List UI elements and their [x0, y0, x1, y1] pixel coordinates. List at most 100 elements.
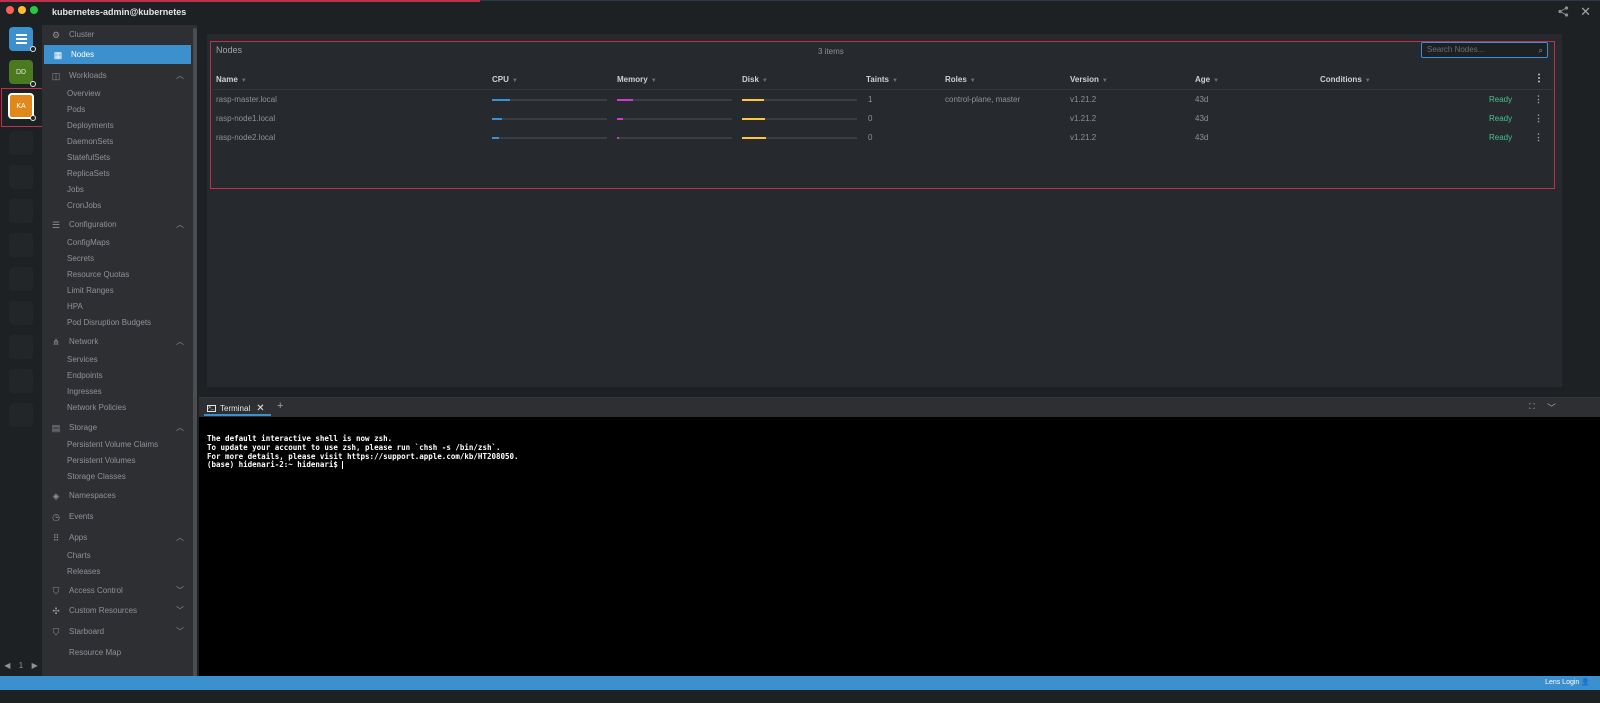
close-tab-icon[interactable]: ✕	[256, 403, 264, 414]
cpu-usage-bar	[492, 137, 607, 139]
sidebar-item-access-control[interactable]: ⛉ Access Control ﹀	[42, 581, 192, 600]
hotbar-empty-slot[interactable]	[9, 301, 33, 325]
hotbar-dd-item[interactable]: DD	[9, 60, 33, 84]
hotbar-empty-slot[interactable]	[9, 267, 33, 291]
sidebar-subitem-pods[interactable]: Pods	[67, 103, 85, 117]
hotbar-empty-slot[interactable]	[9, 233, 33, 257]
column-header-name[interactable]: Name ▼	[216, 75, 247, 84]
column-header-disk[interactable]: Disk ▼	[742, 75, 768, 84]
column-header-taints[interactable]: Taints ▼	[866, 75, 898, 84]
sidebar-item-workloads[interactable]: ◫ Workloads ︿	[42, 66, 192, 85]
sidebar-item-label: Events	[69, 512, 94, 521]
search-input[interactable]: Search Nodes... ⌕	[1421, 42, 1548, 58]
sidebar-subitem-daemonsets[interactable]: DaemonSets	[67, 135, 113, 149]
column-header-age[interactable]: Age ▼	[1195, 75, 1219, 84]
hotbar-next-icon[interactable]: ▶	[32, 661, 38, 673]
column-header-roles[interactable]: Roles ▼	[945, 75, 976, 84]
column-header-cpu[interactable]: CPU ▼	[492, 75, 518, 84]
row-menu-icon[interactable]: ⋮	[1534, 113, 1543, 124]
sidebar-subitem-overview[interactable]: Overview	[67, 87, 100, 101]
column-menu-icon[interactable]: ⋮	[1534, 73, 1544, 84]
age-cell: 43d	[1195, 133, 1209, 142]
row-menu-icon[interactable]: ⋮	[1534, 132, 1543, 143]
sidebar-subitem-charts[interactable]: Charts	[67, 549, 91, 563]
sidebar-scrollbar[interactable]	[193, 28, 197, 688]
storage-icon: ▤	[51, 422, 61, 433]
sidebar-subitem-ingresses[interactable]: Ingresses	[67, 385, 102, 399]
user-icon: 👤	[1581, 679, 1590, 686]
chevron-down-icon[interactable]: ﹀	[1547, 401, 1556, 414]
chevron-up-icon[interactable]: ︿	[176, 336, 184, 347]
chevron-up-icon[interactable]: ︿	[176, 422, 184, 433]
terminal-prompt: (base) hidenari-2:~ hidenari$	[207, 460, 343, 470]
hotbar-empty-slot[interactable]	[9, 369, 33, 393]
cluster-icon	[15, 34, 27, 44]
hotbar-dd-label: DD	[15, 68, 27, 76]
chevron-down-icon[interactable]: ﹀	[176, 626, 184, 637]
column-header-memory[interactable]: Memory ▼	[617, 75, 657, 84]
table-row[interactable]	[213, 129, 1553, 148]
hotbar-empty-slot[interactable]	[9, 335, 33, 359]
sidebar-subitem-hpa[interactable]: HPA	[67, 300, 83, 314]
close-cluster-icon[interactable]: ✕	[1580, 4, 1591, 20]
sidebar-subitem-pvc[interactable]: Persistent Volume Claims	[67, 438, 158, 452]
sidebar-subitem-network-policies[interactable]: Network Policies	[67, 401, 126, 415]
sidebar-subitem-releases[interactable]: Releases	[67, 565, 100, 579]
sidebar-subitem-storage-classes[interactable]: Storage Classes	[67, 470, 126, 484]
sidebar-subitem-endpoints[interactable]: Endpoints	[67, 369, 103, 383]
sidebar-subitem-services[interactable]: Services	[67, 353, 98, 367]
sidebar-item-resource-map[interactable]: Resource Map	[42, 643, 192, 662]
sidebar-item-custom-resources[interactable]: ✣ Custom Resources ﹀	[42, 601, 192, 620]
sort-icon: ▼	[1101, 78, 1108, 84]
sidebar-subitem-secrets[interactable]: Secrets	[67, 252, 94, 266]
column-header-version[interactable]: Version ▼	[1070, 75, 1108, 84]
column-label: Taints	[866, 75, 889, 84]
hotbar-empty-slot[interactable]	[9, 403, 33, 427]
close-window-button[interactable]	[6, 6, 14, 14]
chevron-up-icon[interactable]: ︿	[176, 219, 184, 230]
share-icon[interactable]	[1558, 6, 1570, 18]
sidebar-subitem-replicasets[interactable]: ReplicaSets	[67, 167, 110, 181]
hotbar-empty-slot[interactable]	[9, 199, 33, 223]
sidebar-item-namespaces[interactable]: ◈ Namespaces	[42, 486, 192, 505]
taints-cell: 0	[868, 114, 873, 123]
sidebar-item-apps[interactable]: ⠿ Apps ︿	[42, 528, 192, 547]
sidebar-item-events[interactable]: ◷ Events	[42, 507, 192, 526]
sort-icon: ▼	[761, 78, 768, 84]
maximize-window-button[interactable]	[30, 6, 38, 14]
sidebar-subitem-resource-quotas[interactable]: Resource Quotas	[67, 268, 129, 282]
sidebar-subitem-statefulsets[interactable]: StatefulSets	[67, 151, 110, 165]
add-tab-icon[interactable]: +	[277, 400, 283, 412]
table-row[interactable]	[213, 110, 1553, 129]
chevron-up-icon[interactable]: ︿	[176, 532, 184, 543]
sidebar-item-storage[interactable]: ▤ Storage ︿	[42, 418, 192, 437]
status-badge: Ready	[1489, 114, 1513, 123]
chevron-up-icon[interactable]: ︿	[176, 70, 184, 81]
sidebar-subitem-persistent-volumes[interactable]: Persistent Volumes	[67, 454, 135, 468]
table-row[interactable]	[213, 91, 1553, 110]
memory-usage-bar	[617, 137, 732, 139]
column-header-conditions[interactable]: Conditions ▼	[1320, 75, 1371, 84]
sidebar-subitem-deployments[interactable]: Deployments	[67, 119, 114, 133]
sidebar-subitem-pod-disruption-budgets[interactable]: Pod Disruption Budgets	[67, 316, 151, 330]
sidebar-subitem-configmaps[interactable]: ConfigMaps	[67, 236, 110, 250]
chevron-down-icon[interactable]: ﹀	[176, 585, 184, 596]
sidebar-item-starboard[interactable]: ⛉ Starboard ﹀	[42, 622, 192, 641]
sidebar-item-nodes[interactable]: ▦ Nodes	[44, 45, 191, 64]
row-menu-icon[interactable]: ⋮	[1534, 94, 1543, 105]
disk-usage-bar	[742, 137, 857, 139]
hotbar-empty-slot[interactable]	[9, 165, 33, 189]
lens-login-button[interactable]: Lens Login 👤	[1545, 678, 1590, 686]
fullscreen-icon[interactable]: ⛶	[1529, 402, 1535, 412]
sidebar-subitem-jobs[interactable]: Jobs	[67, 183, 84, 197]
sidebar-item-configuration[interactable]: ☰ Configuration ︿	[42, 215, 192, 234]
hotbar-prev-icon[interactable]: ◀	[4, 661, 10, 673]
sidebar-item-cluster[interactable]: ⚙ Cluster	[42, 25, 192, 44]
minimize-window-button[interactable]	[18, 6, 26, 14]
sidebar-item-network[interactable]: ⋔ Network ︿	[42, 332, 192, 351]
sidebar-subitem-cronjobs[interactable]: CronJobs	[67, 199, 101, 213]
sidebar-subitem-limit-ranges[interactable]: Limit Ranges	[67, 284, 114, 298]
terminal-output[interactable]: The default interactive shell is now zsh…	[199, 417, 1600, 676]
chevron-down-icon[interactable]: ﹀	[176, 605, 184, 616]
hotbar-empty-slot[interactable]	[9, 131, 33, 155]
